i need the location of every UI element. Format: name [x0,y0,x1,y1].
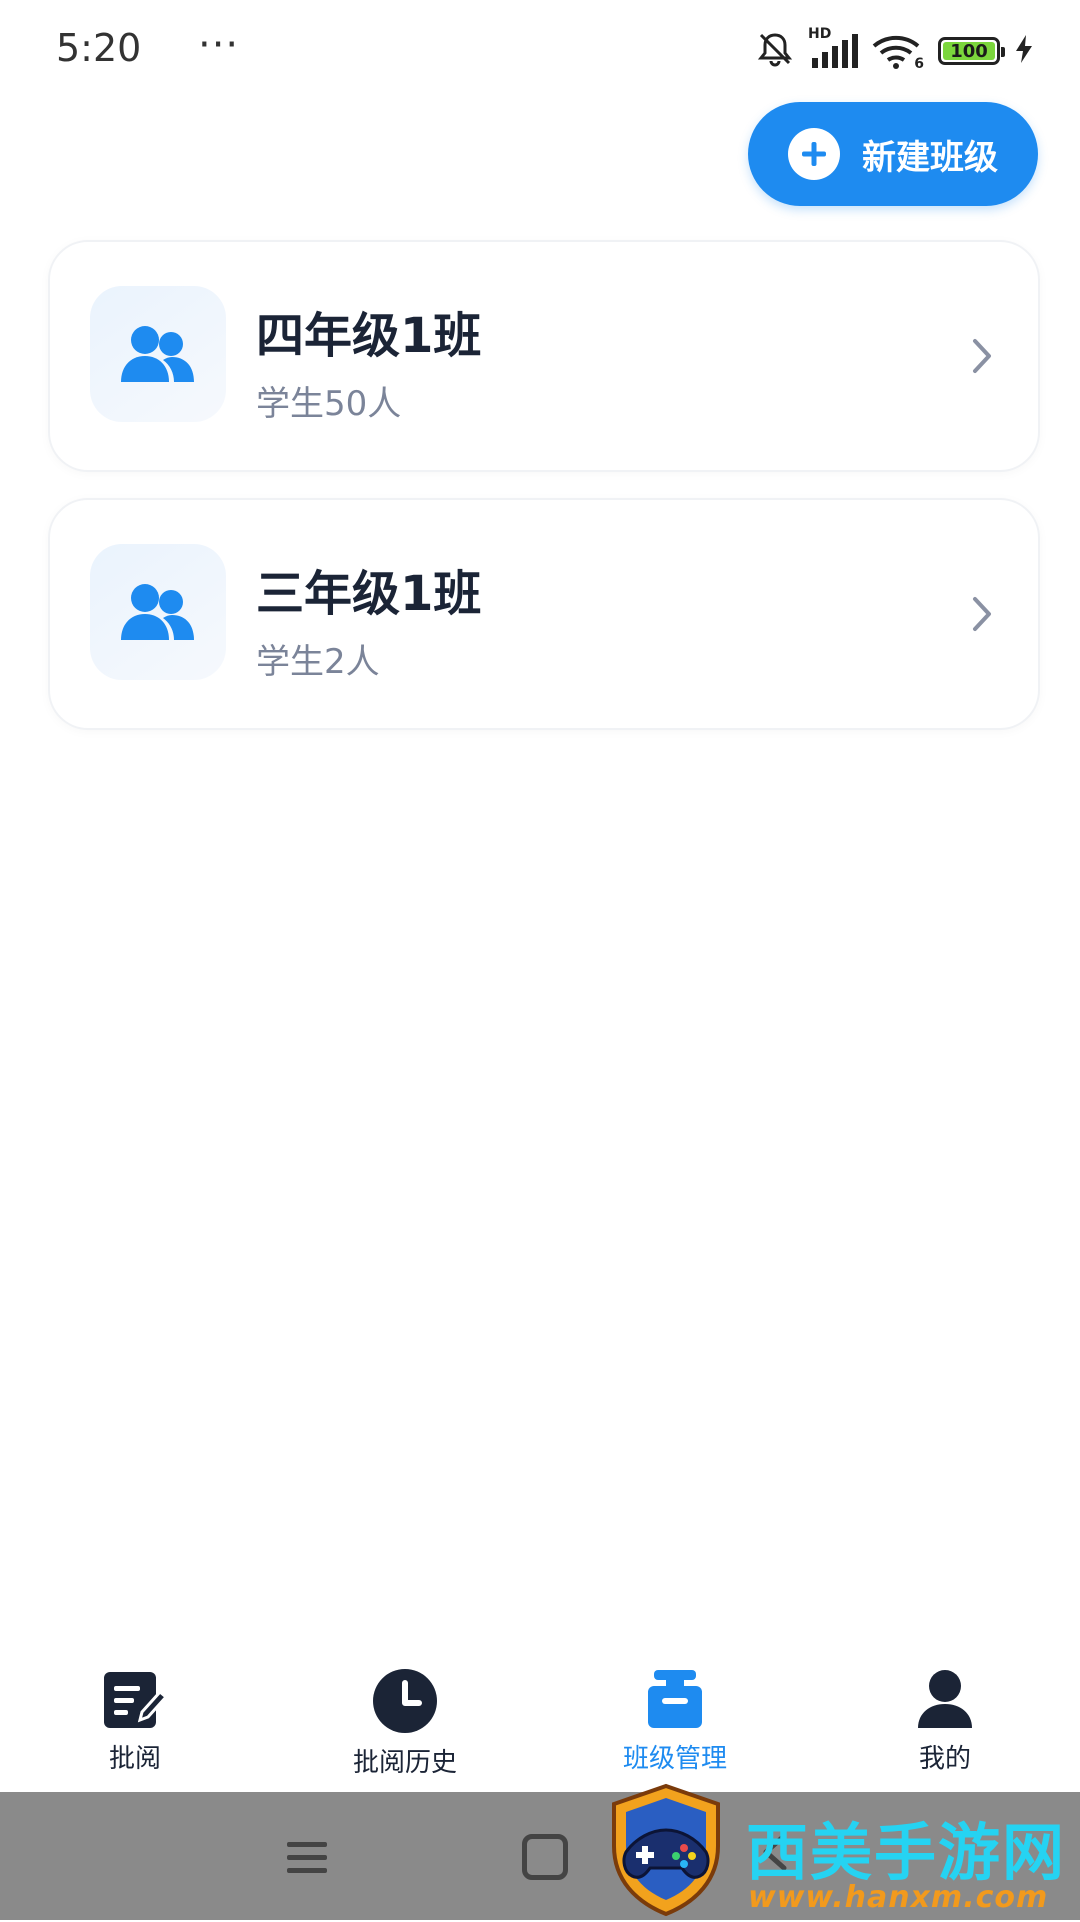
tab-mine-label: 我的 [918,1744,971,1774]
bottom-nav: 批阅 批阅历史 班级管理 我的 [0,1640,1080,1792]
class-avatar [90,286,226,422]
tab-review-label: 批阅 [108,1744,161,1774]
mute-bell-icon [756,30,794,72]
wifi-label: 6 [914,56,924,72]
chevron-right-icon [970,594,994,638]
student-count: 学生50人 [256,384,402,424]
student-count: 学生2人 [256,642,380,682]
menu-icon[interactable] [287,1840,327,1880]
battery-level: 100 [950,40,988,62]
home-icon[interactable] [522,1834,568,1880]
class-card[interactable]: 三年级1班 学生2人 [48,498,1040,730]
gamepad-logo-icon [604,1782,728,1922]
more-icon: ··· [198,22,240,68]
user-icon [918,1670,972,1728]
class-avatar [90,544,226,680]
group-icon [121,326,194,382]
tab-review-history[interactable]: 批阅历史 [270,1640,540,1792]
battery-icon: 100 [938,37,1005,65]
tab-class-management[interactable]: 班级管理 [540,1640,810,1792]
watermark-url: www.hanxm.com [748,1880,1049,1915]
status-time: 5:20 [56,26,142,70]
class-card[interactable]: 四年级1班 学生50人 [48,240,1040,472]
chevron-right-icon [970,336,994,380]
edit-icon [104,1672,168,1728]
tab-review[interactable]: 批阅 [0,1640,270,1792]
charging-icon [1014,34,1034,68]
tab-class-management-label: 班级管理 [622,1744,727,1774]
class-icon [648,1670,702,1728]
tab-mine[interactable]: 我的 [810,1640,1080,1792]
signal-icon: HD [808,26,858,70]
plus-icon [788,128,840,180]
status-icons: HD 6 100 [756,26,1034,72]
new-class-button[interactable]: 新建班级 [748,102,1038,206]
watermark-title: 西美手游网 [746,1816,1067,1889]
clock-icon [373,1669,437,1733]
group-icon [121,584,194,640]
wifi-icon: 6 [872,32,924,72]
tab-review-history-label: 批阅历史 [352,1748,457,1778]
status-bar: 5:20 ··· HD 6 100 [0,0,1080,100]
class-name: 四年级1班 [256,308,482,364]
class-name: 三年级1班 [256,566,482,622]
new-class-label: 新建班级 [862,137,998,178]
